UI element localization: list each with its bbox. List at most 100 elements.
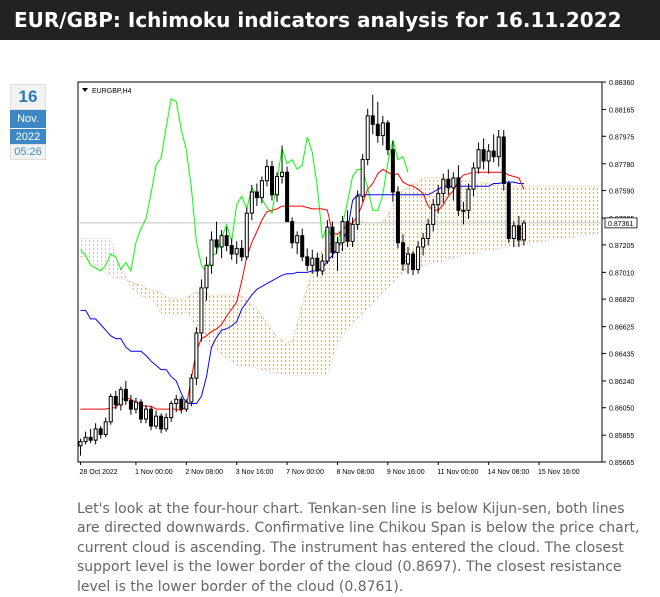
date-badge: 16 Nov. 2022 05:26 xyxy=(10,84,46,160)
cloud-segment xyxy=(206,293,212,348)
x-tick-label: 15 Nov 16:00 xyxy=(538,469,580,476)
chart-svg: 0.88360 0.88165 0.87975 0.87780 0.87590 0.873… xyxy=(77,80,638,476)
candle-body xyxy=(436,192,441,206)
candle-body xyxy=(481,149,486,162)
candle-body xyxy=(310,257,315,266)
candle-body xyxy=(340,221,345,244)
candle-body xyxy=(451,177,456,189)
candle-body xyxy=(360,159,365,197)
candle-body xyxy=(280,171,285,177)
candle-body xyxy=(103,421,108,436)
candle-body xyxy=(486,150,491,162)
cloud-segment xyxy=(181,297,187,315)
candle-body xyxy=(330,226,335,254)
y-tick-label: 0.87010 xyxy=(609,270,634,277)
candle-body xyxy=(305,256,310,266)
candle-body xyxy=(108,395,113,423)
candle-body xyxy=(496,136,501,158)
date-month: Nov. xyxy=(10,110,46,128)
candle-body xyxy=(93,428,98,441)
candle-body xyxy=(400,242,405,265)
ichimoku-chart: 0.88360 0.88165 0.87975 0.87780 0.87590 0.873… xyxy=(76,80,660,485)
candle-body xyxy=(138,401,143,420)
y-tick-label: 0.86625 xyxy=(609,325,634,332)
cloud-segment xyxy=(246,300,252,367)
candle-body xyxy=(259,180,264,199)
candle-body xyxy=(239,247,244,258)
cloud-segment xyxy=(478,182,484,253)
candle-body xyxy=(164,417,169,430)
candle-body xyxy=(133,401,138,410)
candle-body xyxy=(406,253,411,265)
cloud-segment xyxy=(554,186,560,240)
y-tick-label: 0.85665 xyxy=(609,460,634,467)
cloud-segment xyxy=(589,186,595,235)
candle-body xyxy=(501,136,506,185)
cloud-segment xyxy=(528,186,534,243)
candle-body xyxy=(123,388,128,402)
y-tick-label: 0.87590 xyxy=(609,189,634,196)
candle-body xyxy=(219,235,224,248)
candle-body xyxy=(426,223,431,240)
cloud-segment xyxy=(277,337,283,374)
candle-body xyxy=(214,239,219,248)
x-tick-label: 3 Nov 16:00 xyxy=(236,469,274,476)
candle-body xyxy=(204,264,209,289)
candle-body xyxy=(159,415,164,430)
candle-body xyxy=(285,171,290,223)
cloud-segment xyxy=(357,221,363,319)
cloud-segment xyxy=(100,238,106,273)
candle-body xyxy=(350,223,355,242)
candle-body xyxy=(375,123,380,137)
candle-body xyxy=(370,115,375,125)
candle-body xyxy=(325,226,330,262)
cloud-segment xyxy=(256,309,262,370)
candle-body xyxy=(179,398,184,410)
x-tick-label: 28 Oct 2022 xyxy=(80,469,118,476)
date-day: 16 xyxy=(10,84,46,110)
analysis-text: Let's look at the four-hour chart. Tenka… xyxy=(77,501,640,595)
candle-body xyxy=(446,178,451,189)
candle-body xyxy=(506,183,511,240)
candle-body xyxy=(335,242,340,254)
candle-body xyxy=(511,225,516,240)
candle-body xyxy=(521,222,526,241)
candle-body xyxy=(88,436,93,441)
date-time: 05:26 xyxy=(10,144,46,160)
cloud-segment xyxy=(241,296,247,367)
candle-body xyxy=(365,115,370,161)
cloud-segment xyxy=(287,341,293,376)
candle-body xyxy=(476,149,481,169)
title-bar: EUR/GBP: Ichimoku indicators analysis fo… xyxy=(0,0,660,40)
candle-body xyxy=(300,235,305,258)
cloud-segment xyxy=(161,293,167,317)
candle-body xyxy=(264,166,269,182)
current-price-label: 0.87361 xyxy=(608,221,633,228)
candle-body xyxy=(290,221,295,244)
y-tick-label: 0.86435 xyxy=(609,351,634,358)
candle-body xyxy=(416,246,421,271)
cloud-segment xyxy=(367,223,373,310)
y-tick-label: 0.86240 xyxy=(609,379,634,386)
x-tick-label: 1 Nov 00:00 xyxy=(135,469,173,476)
cloud-segment xyxy=(448,177,454,260)
y-tick-label: 0.87780 xyxy=(609,162,634,169)
cloud-segment xyxy=(574,186,580,238)
cloud-segment xyxy=(387,204,393,288)
cloud-segment xyxy=(594,186,600,235)
x-tick-label: 8 Nov 08:00 xyxy=(336,469,374,476)
candle-body xyxy=(411,253,416,271)
candle-body xyxy=(385,122,390,151)
y-tick-label: 0.88165 xyxy=(609,107,634,114)
cloud-segment xyxy=(382,215,388,293)
candle-body xyxy=(169,402,174,419)
candle-body xyxy=(269,166,274,196)
cloud-segment xyxy=(559,186,565,239)
candle-body xyxy=(144,408,149,420)
candle-body xyxy=(224,235,229,247)
cloud-segment xyxy=(90,238,96,266)
y-tick-label: 0.88360 xyxy=(609,80,634,87)
candle-body xyxy=(189,377,194,403)
x-tick-label: 2 Nov 08:00 xyxy=(185,469,223,476)
cloud-segment xyxy=(372,223,378,304)
